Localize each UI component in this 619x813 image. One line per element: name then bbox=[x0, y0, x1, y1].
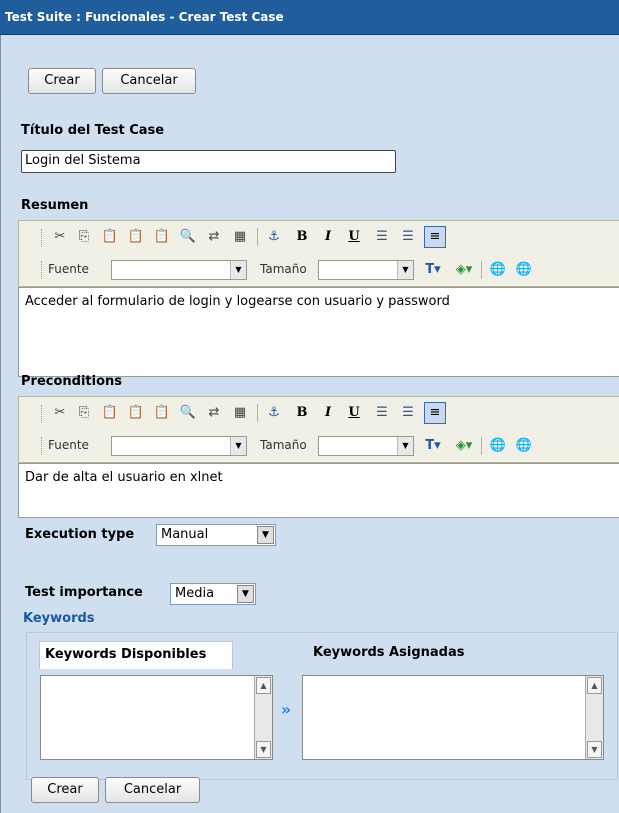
size-label: Tamaño bbox=[260, 438, 307, 452]
available-keywords-scrollbar[interactable]: ▲ ▼ bbox=[254, 676, 272, 759]
preconditions-label: Preconditions bbox=[21, 374, 123, 389]
create-button-top[interactable]: Crear bbox=[28, 68, 96, 94]
assigned-keywords-label: Keywords Asignadas bbox=[313, 645, 465, 660]
justify-left-icon[interactable]: ≡ bbox=[424, 402, 446, 424]
preconditions-text-area[interactable]: Dar de alta el usuario en xlnet bbox=[18, 463, 619, 518]
font-select[interactable]: ▼ bbox=[111, 260, 247, 280]
preconditions-toolbar: ✂ ⎘ 📋 📋 📋 🔍 ⇄ ▦ ⚓ B I U ☰ ☰ ≡ Fuente ▼ T… bbox=[18, 396, 619, 463]
unlink-icon[interactable]: 🌐 bbox=[515, 261, 533, 279]
background-color-icon[interactable]: ◈▾ bbox=[451, 437, 477, 455]
link-icon[interactable]: 🌐 bbox=[489, 261, 507, 279]
unordered-list-icon[interactable]: ☰ bbox=[399, 404, 417, 422]
scroll-up-icon[interactable]: ▲ bbox=[587, 677, 602, 694]
unordered-list-icon[interactable]: ☰ bbox=[399, 228, 417, 246]
find-icon[interactable]: 🔍 bbox=[179, 228, 197, 246]
select-all-icon[interactable]: ▦ bbox=[231, 228, 249, 246]
text-color-icon[interactable]: T▾ bbox=[420, 261, 446, 279]
cancel-button-bottom[interactable]: Cancelar bbox=[105, 777, 200, 803]
paste-word-icon[interactable]: 📋 bbox=[153, 228, 171, 246]
chevron-down-icon: ▼ bbox=[230, 261, 246, 279]
scroll-down-icon[interactable]: ▼ bbox=[256, 741, 271, 758]
importance-value: Media bbox=[175, 586, 215, 601]
create-button-bottom[interactable]: Crear bbox=[31, 777, 99, 803]
link-icon[interactable]: 🌐 bbox=[489, 437, 507, 455]
copy-icon[interactable]: ⎘ bbox=[75, 404, 93, 422]
font-label: Fuente bbox=[48, 262, 89, 276]
chevron-down-icon: ▼ bbox=[230, 437, 246, 455]
italic-icon[interactable]: I bbox=[319, 228, 337, 246]
bold-icon[interactable]: B bbox=[293, 404, 311, 422]
paste-text-icon[interactable]: 📋 bbox=[127, 228, 145, 246]
available-keywords-list[interactable]: ▲ ▼ bbox=[40, 675, 273, 760]
keywords-label: Keywords bbox=[23, 611, 95, 626]
paste-icon[interactable]: 📋 bbox=[101, 228, 119, 246]
chevron-down-icon: ▼ bbox=[257, 526, 274, 544]
title-input[interactable]: Login del Sistema bbox=[21, 150, 396, 173]
unlink-icon[interactable]: 🌐 bbox=[515, 437, 533, 455]
importance-select[interactable]: Media ▼ bbox=[170, 583, 256, 605]
cut-icon[interactable]: ✂ bbox=[51, 404, 69, 422]
scroll-up-icon[interactable]: ▲ bbox=[256, 677, 271, 694]
title-label: Título del Test Case bbox=[21, 123, 165, 138]
italic-icon[interactable]: I bbox=[319, 404, 337, 422]
move-right-icon[interactable]: » bbox=[277, 701, 295, 719]
assigned-keywords-scrollbar[interactable]: ▲ ▼ bbox=[585, 676, 603, 759]
execution-type-select[interactable]: Manual ▼ bbox=[156, 524, 276, 546]
summary-editor: ✂ ⎘ 📋 📋 📋 🔍 ⇄ ▦ ⚓ B I U ☰ ☰ ≡ Fuente ▼ T… bbox=[18, 220, 619, 377]
replace-icon[interactable]: ⇄ bbox=[205, 404, 223, 422]
background-color-icon[interactable]: ◈▾ bbox=[451, 261, 477, 279]
ordered-list-icon[interactable]: ☰ bbox=[373, 228, 391, 246]
keywords-panel: Keywords Disponibles Keywords Asignadas … bbox=[26, 632, 618, 780]
replace-icon[interactable]: ⇄ bbox=[205, 228, 223, 246]
chevron-down-icon: ▼ bbox=[397, 261, 413, 279]
anchor-icon[interactable]: ⚓ bbox=[265, 404, 283, 422]
importance-label: Test importance bbox=[25, 585, 143, 600]
paste-text-icon[interactable]: 📋 bbox=[127, 404, 145, 422]
form-panel: Crear Cancelar Título del Test Case Logi… bbox=[0, 35, 619, 813]
find-icon[interactable]: 🔍 bbox=[179, 404, 197, 422]
paste-icon[interactable]: 📋 bbox=[101, 404, 119, 422]
summary-label: Resumen bbox=[21, 198, 89, 213]
font-label: Fuente bbox=[48, 438, 89, 452]
scroll-down-icon[interactable]: ▼ bbox=[587, 741, 602, 758]
chevron-down-icon: ▼ bbox=[237, 585, 254, 603]
execution-type-value: Manual bbox=[161, 527, 209, 542]
available-keywords-label: Keywords Disponibles bbox=[45, 647, 207, 662]
underline-icon[interactable]: U bbox=[345, 228, 363, 246]
window-title: Test Suite : Funcionales - Crear Test Ca… bbox=[0, 0, 619, 35]
preconditions-editor: ✂ ⎘ 📋 📋 📋 🔍 ⇄ ▦ ⚓ B I U ☰ ☰ ≡ Fuente ▼ T… bbox=[18, 396, 619, 518]
underline-icon[interactable]: U bbox=[345, 404, 363, 422]
cancel-button-top[interactable]: Cancelar bbox=[102, 68, 196, 94]
chevron-down-icon: ▼ bbox=[397, 437, 413, 455]
ordered-list-icon[interactable]: ☰ bbox=[373, 404, 391, 422]
copy-icon[interactable]: ⎘ bbox=[75, 228, 93, 246]
paste-word-icon[interactable]: 📋 bbox=[153, 404, 171, 422]
assigned-keywords-list[interactable]: ▲ ▼ bbox=[302, 675, 604, 760]
size-label: Tamaño bbox=[260, 262, 307, 276]
justify-left-icon[interactable]: ≡ bbox=[424, 226, 446, 248]
text-color-icon[interactable]: T▾ bbox=[420, 437, 446, 455]
anchor-icon[interactable]: ⚓ bbox=[265, 228, 283, 246]
summary-text-area[interactable]: Acceder al formulario de login y logears… bbox=[18, 287, 619, 377]
size-select[interactable]: ▼ bbox=[318, 436, 414, 456]
bold-icon[interactable]: B bbox=[293, 228, 311, 246]
font-select[interactable]: ▼ bbox=[111, 436, 247, 456]
summary-toolbar: ✂ ⎘ 📋 📋 📋 🔍 ⇄ ▦ ⚓ B I U ☰ ☰ ≡ Fuente ▼ T… bbox=[18, 220, 619, 287]
execution-type-label: Execution type bbox=[25, 527, 135, 542]
select-all-icon[interactable]: ▦ bbox=[231, 404, 249, 422]
size-select[interactable]: ▼ bbox=[318, 260, 414, 280]
cut-icon[interactable]: ✂ bbox=[51, 228, 69, 246]
